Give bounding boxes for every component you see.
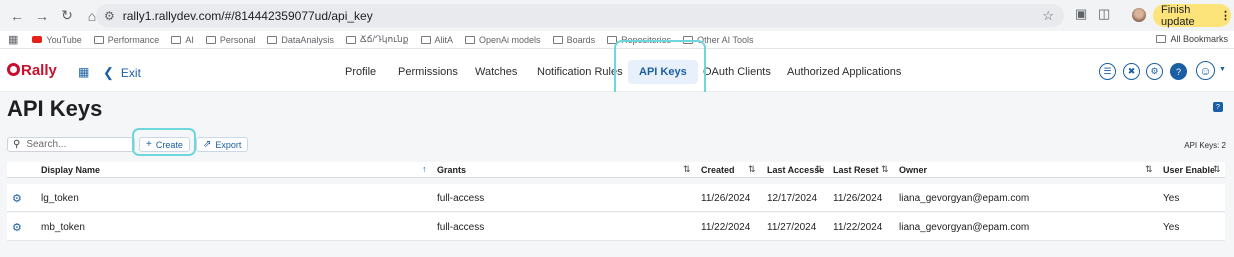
- column-header-grants[interactable]: Grants: [437, 165, 466, 175]
- apps-grid-icon[interactable]: ▦: [8, 33, 18, 46]
- search-icon: ⚲: [13, 139, 21, 150]
- gear-icon[interactable]: ⚙: [12, 221, 22, 234]
- cell-display-name: lg_token: [41, 193, 79, 204]
- sort-icon[interactable]: ⇅: [1145, 164, 1153, 175]
- back-icon[interactable]: ←: [6, 5, 28, 27]
- search-placeholder: Search...: [26, 139, 67, 150]
- url-text: rally1.rallydev.com/#/814442359077ud/api…: [122, 8, 373, 23]
- caret-down-icon[interactable]: ▼: [1219, 66, 1226, 73]
- cell-user-enabled: Yes: [1163, 222, 1180, 233]
- building-icon[interactable]: ▦: [78, 65, 89, 79]
- cell-grants: full-access: [437, 193, 485, 204]
- sort-asc-icon[interactable]: ↑: [422, 164, 427, 174]
- sort-icon[interactable]: ⇅: [683, 164, 691, 175]
- table-row[interactable]: ⚙ mb_token full-access 11/22/2024 11/27/…: [7, 213, 1225, 241]
- bookmark-folder[interactable]: Personal: [205, 35, 255, 45]
- folder-icon: [1156, 35, 1167, 43]
- folder-icon: [205, 35, 216, 44]
- tab-highlight-annotation: [614, 40, 706, 100]
- folder-icon: [93, 35, 104, 44]
- export-button[interactable]: ⇗ Export: [196, 137, 249, 152]
- gear-icon[interactable]: ⚙: [12, 192, 22, 205]
- export-label: Export: [215, 139, 242, 150]
- export-icon: ⇗: [203, 139, 212, 150]
- cell-owner: liana_gevorgyan@epam.com: [899, 222, 1030, 233]
- bookmark-folder[interactable]: OpenAi models: [465, 35, 541, 45]
- cell-last-reset: 11/26/2024: [833, 193, 883, 204]
- extension-icon[interactable]: ▣: [1075, 6, 1087, 22]
- bookmark-folder[interactable]: Ճճ/Դկունք: [345, 34, 409, 45]
- search-input[interactable]: ⚲ Search...: [7, 137, 135, 152]
- folder-icon: [552, 35, 563, 44]
- sort-icon[interactable]: ⇅: [881, 164, 889, 175]
- tab-permissions[interactable]: Permissions: [398, 66, 458, 78]
- table-row[interactable]: ⚙ lg_token full-access 11/26/2024 12/17/…: [7, 184, 1225, 212]
- finish-update-label: Finish update: [1161, 3, 1195, 28]
- finish-update-button[interactable]: Finish update ⋮: [1153, 3, 1231, 28]
- cell-created: 11/26/2024: [701, 193, 751, 204]
- bot-icon[interactable]: ⚙: [1146, 63, 1163, 80]
- cell-user-enabled: Yes: [1163, 193, 1180, 204]
- cell-last-accessed: 11/27/2024: [767, 222, 817, 233]
- bookmark-folder[interactable]: AI: [171, 35, 194, 45]
- column-header-user-enabled[interactable]: User Enable: [1163, 165, 1215, 175]
- tab-authorized-applications[interactable]: Authorized Applications: [787, 66, 901, 78]
- column-header-owner[interactable]: Owner: [899, 165, 927, 175]
- site-settings-icon[interactable]: ⚙: [104, 9, 115, 23]
- smiley-icon[interactable]: ☺: [1196, 61, 1215, 80]
- page-help-icon[interactable]: ?: [1213, 102, 1223, 112]
- create-highlight-annotation: [132, 128, 196, 156]
- tab-oauth-clients[interactable]: OAuth Clients: [703, 66, 771, 78]
- bookmark-star-icon[interactable]: ☆: [1042, 8, 1054, 24]
- bookmark-folder[interactable]: Boards: [552, 35, 595, 45]
- tools-icon[interactable]: ✖: [1123, 63, 1140, 80]
- tab-notification-rules[interactable]: Notification Rules: [537, 66, 623, 78]
- reload-icon[interactable]: ↻: [56, 5, 78, 27]
- column-header-created[interactable]: Created: [701, 165, 735, 175]
- bookmark-folder[interactable]: AlitA: [420, 35, 453, 45]
- bookmark-folder[interactable]: Performance: [93, 35, 159, 45]
- folder-icon: [465, 35, 476, 44]
- profile-avatar[interactable]: [1132, 8, 1146, 22]
- cell-created: 11/22/2024: [701, 222, 751, 233]
- cell-owner: liana_gevorgyan@epam.com: [899, 193, 1030, 204]
- list-icon[interactable]: ☰: [1099, 63, 1116, 80]
- column-header-last-reset[interactable]: Last Reset: [833, 165, 879, 175]
- column-header-display-name[interactable]: Display Name: [41, 165, 100, 175]
- api-keys-count: API Keys: 2: [1184, 141, 1226, 150]
- tab-watches[interactable]: Watches: [475, 66, 517, 78]
- bookmark-youtube[interactable]: YouTube: [32, 35, 82, 45]
- address-bar[interactable]: ⚙ rally1.rallydev.com/#/814442359077ud/a…: [96, 4, 1064, 27]
- puzzle-icon[interactable]: ◫: [1098, 6, 1110, 22]
- cell-last-reset: 11/22/2024: [833, 222, 883, 233]
- folder-icon: [420, 35, 431, 44]
- forward-icon[interactable]: →: [31, 5, 53, 27]
- table-header: Display Name ↑ Grants ⇅ Created ⇅ Last A…: [7, 162, 1225, 178]
- page-title: API Keys: [7, 96, 103, 121]
- cell-grants: full-access: [437, 222, 485, 233]
- rally-logo[interactable]: Rally: [7, 62, 57, 79]
- kebab-menu-icon: ⋮: [1220, 10, 1231, 22]
- exit-link[interactable]: ❮ Exit: [103, 65, 141, 81]
- cell-last-accessed: 12/17/2024: [767, 193, 818, 204]
- bookmark-folder[interactable]: DataAnalysis: [267, 35, 334, 45]
- youtube-icon: [32, 36, 43, 43]
- sort-icon[interactable]: ⇅: [748, 164, 756, 175]
- exit-label: Exit: [120, 66, 141, 80]
- cell-display-name: mb_token: [41, 222, 85, 233]
- help-icon[interactable]: ?: [1170, 63, 1187, 80]
- sort-icon[interactable]: ⇅: [1213, 164, 1221, 175]
- folder-icon: [267, 35, 278, 44]
- folder-icon: [345, 35, 356, 44]
- all-bookmarks[interactable]: All Bookmarks: [1156, 34, 1228, 44]
- sort-icon[interactable]: ⇅: [815, 164, 823, 175]
- folder-icon: [171, 35, 182, 44]
- chevron-left-icon: ❮: [103, 65, 114, 80]
- tab-profile[interactable]: Profile: [345, 66, 376, 78]
